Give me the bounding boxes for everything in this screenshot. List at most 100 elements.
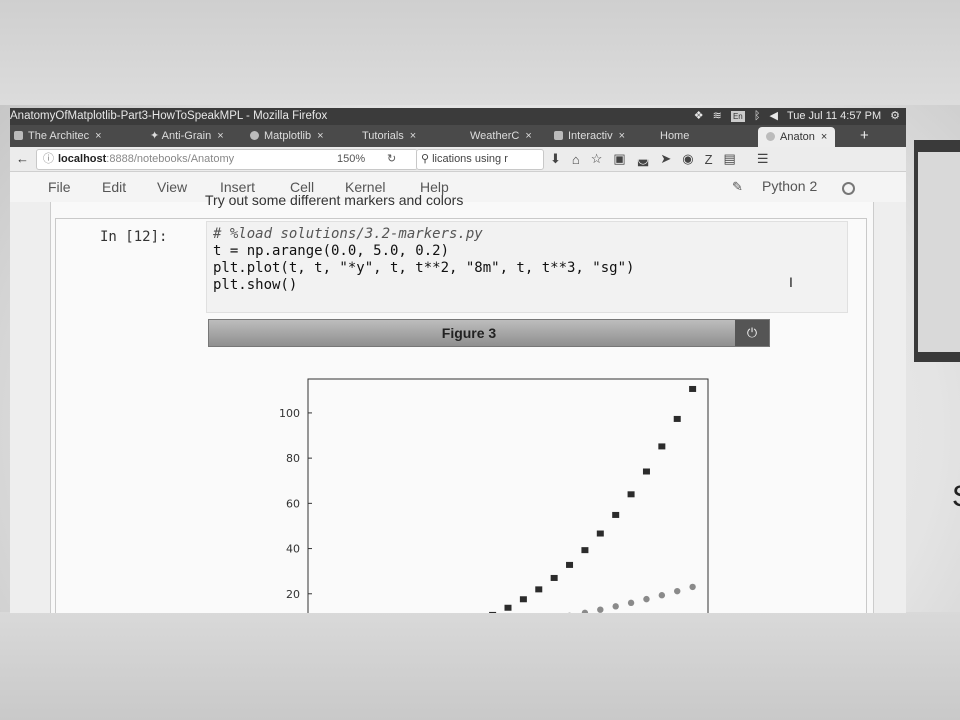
window-title: AnatomyOfMatplotlib-Part3-HowToSpeakMPL …	[10, 110, 328, 122]
keyboard-layout-badge[interactable]: En	[730, 111, 745, 122]
bookmark-star-icon[interactable]: ☆	[591, 151, 603, 167]
series-2-point	[658, 592, 666, 599]
background-top	[0, 0, 960, 105]
markdown-cell-text: Try out some different markers and color…	[205, 192, 464, 208]
series-2-point	[689, 583, 696, 591]
send-icon[interactable]: ➤	[660, 151, 671, 167]
series-2-point	[643, 595, 650, 603]
search-icon: ⚲	[421, 153, 430, 165]
toolbar-icons: ⬇ ⌂ ☆ ▣ ◛ ➤ ◉ Z ▤ ☰	[550, 147, 769, 171]
gear-icon[interactable]: ⚙	[890, 108, 900, 125]
extension-icon[interactable]: ◉	[682, 151, 693, 167]
tab-close-icon[interactable]: ×	[317, 130, 323, 142]
download-icon[interactable]: ⬇	[550, 151, 561, 167]
adjacent-window	[914, 140, 960, 362]
pocket-icon[interactable]: ◛	[637, 151, 650, 167]
series-2-point	[597, 606, 604, 613]
kernel-status-icon	[842, 182, 855, 195]
series-3-point	[504, 604, 512, 611]
favicon-icon	[250, 131, 259, 140]
tab-close-icon[interactable]: ×	[525, 130, 531, 142]
y-tick-label: 20	[286, 588, 300, 601]
window-titlebar: AnatomyOfMatplotlib-Part3-HowToSpeakMPL …	[10, 108, 906, 125]
series-2-point	[674, 587, 681, 595]
tab-anti-grain[interactable]: ✦ Anti-Grain ×	[150, 125, 224, 147]
code-line-2: t = np.arange(0.0, 5.0, 0.2)	[213, 243, 450, 259]
tab-anatomy[interactable]: Anaton ×	[758, 127, 836, 147]
new-tab-button[interactable]: +	[860, 125, 869, 147]
library-icon[interactable]: ▣	[613, 151, 625, 167]
url-bar[interactable]: ⓘ localhost:8888/notebooks/Anatomy 150% ↻	[36, 149, 418, 170]
dropbox-icon[interactable]: ❖	[694, 108, 704, 125]
back-arrow-icon[interactable]: ←	[16, 151, 29, 166]
volume-icon[interactable]: ◀	[769, 108, 777, 125]
tab-architecture[interactable]: The Architec ×	[14, 125, 102, 147]
tab-bar: The Architec × ✦ Anti-Grain × Matplotlib × …	[10, 125, 906, 147]
tab-close-icon[interactable]: ×	[410, 130, 416, 142]
bluetooth-icon[interactable]: ᛒ	[754, 108, 761, 125]
code-line-3: plt.plot(t, t, "*y", t, t**2, "8m", t, t…	[213, 260, 635, 276]
favicon-icon: ✦	[150, 130, 162, 142]
series-3-point	[519, 596, 527, 603]
scatter-plot: 20406080100*************************	[279, 378, 709, 613]
tab-home[interactable]: Home	[660, 125, 689, 147]
series-3-point	[596, 530, 604, 537]
code-text: # %load solutions/3.2-markers.py t = np.…	[213, 226, 634, 294]
tab-matplotlib[interactable]: Matplotlib ×	[250, 125, 324, 147]
plot-axes-frame	[307, 378, 709, 613]
favicon-icon	[14, 131, 23, 140]
tab-close-icon[interactable]: ×	[821, 131, 827, 143]
zoom-level[interactable]: 150%	[337, 150, 365, 169]
tab-close-icon[interactable]: ×	[217, 130, 223, 142]
wifi-icon[interactable]: ≋	[713, 108, 722, 125]
figure-power-button[interactable]: ⏻	[735, 320, 769, 346]
y-tick-label: 40	[286, 543, 300, 556]
series-2-point	[627, 599, 635, 607]
sidebar-icon[interactable]: ▤	[724, 151, 736, 167]
code-input[interactable]: # %load solutions/3.2-markers.py t = np.…	[206, 221, 848, 313]
series-3-point	[673, 415, 681, 422]
clock[interactable]: Tue Jul 11 4:57 PM	[787, 108, 881, 125]
series-3-point	[658, 443, 666, 450]
y-tick-label: 100	[279, 407, 300, 420]
tab-tutorials[interactable]: Tutorials ×	[362, 125, 416, 147]
tab-interactive[interactable]: Interactiv ×	[554, 125, 625, 147]
code-line-1: # %load solutions/3.2-markers.py	[213, 226, 483, 242]
series-3-point	[689, 385, 697, 392]
zotero-icon[interactable]: Z	[705, 152, 713, 167]
series-2-point	[612, 603, 619, 610]
cell-prompt: In [12]:	[100, 229, 168, 245]
series-3-point	[642, 468, 650, 475]
tab-close-icon[interactable]: ×	[619, 130, 625, 142]
menu-view[interactable]: View	[157, 179, 187, 195]
background-bottom	[0, 612, 960, 720]
favicon-icon	[554, 131, 563, 140]
tab-close-icon[interactable]: ×	[95, 130, 101, 142]
adjacent-window-glyph: S	[952, 480, 960, 514]
figure-header: Figure 3 ⏻	[208, 319, 770, 347]
text-cursor-icon: I	[789, 274, 793, 290]
menu-file[interactable]: File	[48, 179, 71, 195]
home-icon[interactable]: ⌂	[572, 152, 580, 167]
series-3-point	[581, 547, 589, 554]
y-tick-label: 60	[286, 497, 300, 510]
tab-weather[interactable]: WeatherC ×	[470, 125, 532, 147]
y-tick-label: 80	[286, 452, 300, 465]
series-3-point	[627, 491, 635, 498]
favicon-icon	[766, 132, 775, 141]
search-input[interactable]: ⚲ lications using r	[416, 149, 544, 170]
series-3-point	[566, 561, 574, 568]
system-tray: ❖ ≋ En ᛒ ◀ Tue Jul 11 4:57 PM ⚙	[694, 108, 900, 125]
kernel-name[interactable]: Python 2	[762, 178, 817, 194]
code-cell[interactable]: In [12]: # %load solutions/3.2-markers.p…	[55, 218, 867, 613]
hamburger-menu-icon[interactable]: ☰	[757, 151, 769, 167]
navigation-bar: ← ⓘ localhost:8888/notebooks/Anatomy 150%…	[10, 147, 906, 172]
figure-title: Figure 3	[441, 325, 497, 341]
series-3-point	[535, 586, 543, 593]
notebook-area: Try out some different markers and color…	[10, 192, 906, 613]
reload-icon[interactable]: ↻	[387, 150, 396, 169]
firefox-window: AnatomyOfMatplotlib-Part3-HowToSpeakMPL …	[10, 108, 906, 613]
menu-edit[interactable]: Edit	[102, 179, 126, 195]
info-icon[interactable]: ⓘ	[43, 153, 54, 165]
pencil-icon[interactable]: ✎	[732, 179, 743, 195]
